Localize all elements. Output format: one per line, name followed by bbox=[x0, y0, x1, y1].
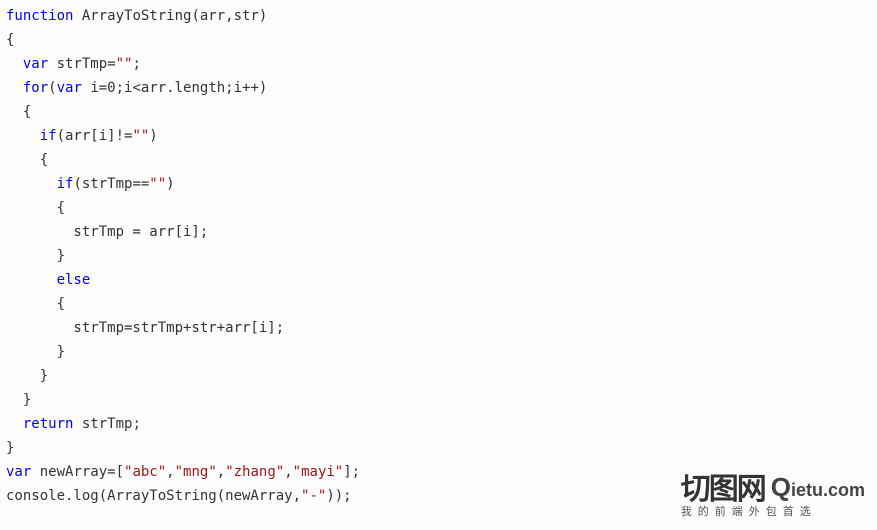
code-text: strTmp; bbox=[73, 416, 140, 432]
code-text: { bbox=[6, 296, 65, 312]
code-text: )); bbox=[326, 488, 351, 504]
kw-if: if bbox=[40, 128, 57, 144]
kw-var: var bbox=[23, 56, 48, 72]
code-text: , bbox=[284, 464, 292, 480]
code-text: { bbox=[6, 32, 14, 48]
code-text: ( bbox=[48, 80, 56, 96]
code-text: newArray=[ bbox=[31, 464, 124, 480]
code-block: function ArrayToString(arr,str) { var st… bbox=[0, 0, 877, 508]
code-text bbox=[6, 128, 40, 144]
string-literal: "" bbox=[149, 176, 166, 192]
code-text bbox=[6, 80, 23, 96]
kw-return: return bbox=[23, 416, 74, 432]
code-text: (arr[i]!= bbox=[57, 128, 133, 144]
code-text bbox=[6, 416, 23, 432]
code-text: { bbox=[6, 200, 65, 216]
code-text: { bbox=[6, 152, 48, 168]
code-text: ArrayToString(arr,str) bbox=[73, 8, 267, 24]
code-text: } bbox=[6, 368, 48, 384]
code-text: console.log(ArrayToString(newArray, bbox=[6, 488, 301, 504]
string-literal: "mng" bbox=[175, 464, 217, 480]
code-text: } bbox=[6, 440, 14, 456]
code-text: { bbox=[6, 104, 31, 120]
kw-var: var bbox=[57, 80, 82, 96]
code-text: i=0;i<arr.length;i++) bbox=[82, 80, 267, 96]
kw-var: var bbox=[6, 464, 31, 480]
kw-else: else bbox=[57, 272, 91, 288]
string-literal: "zhang" bbox=[225, 464, 284, 480]
kw-for: for bbox=[23, 80, 48, 96]
code-text: strTmp=strTmp+str+arr[i]; bbox=[6, 320, 284, 336]
code-text: strTmp= bbox=[48, 56, 115, 72]
code-text: (strTmp== bbox=[73, 176, 149, 192]
code-text: ) bbox=[149, 128, 157, 144]
code-text bbox=[6, 56, 23, 72]
string-literal: "mayi" bbox=[293, 464, 344, 480]
string-literal: "" bbox=[116, 56, 133, 72]
code-text: } bbox=[6, 248, 65, 264]
code-text: } bbox=[6, 344, 65, 360]
code-text: ; bbox=[132, 56, 140, 72]
kw-function: function bbox=[6, 8, 73, 24]
code-text bbox=[6, 272, 57, 288]
code-text: } bbox=[6, 392, 31, 408]
string-literal: "" bbox=[132, 128, 149, 144]
string-literal: "abc" bbox=[124, 464, 166, 480]
code-text: , bbox=[166, 464, 174, 480]
string-literal: "-" bbox=[301, 488, 326, 504]
code-text bbox=[6, 176, 57, 192]
code-text: ]; bbox=[343, 464, 360, 480]
kw-if: if bbox=[57, 176, 74, 192]
code-text: strTmp = arr[i]; bbox=[6, 224, 208, 240]
code-text: , bbox=[217, 464, 225, 480]
code-text: ) bbox=[166, 176, 174, 192]
